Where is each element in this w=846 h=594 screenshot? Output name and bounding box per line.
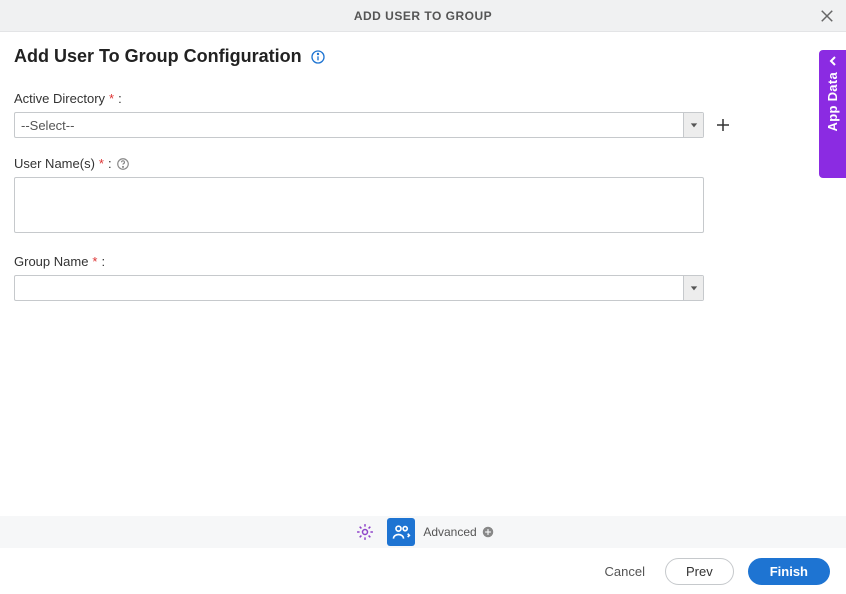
required-marker: * [92,254,97,269]
field-active-directory: Active Directory *: --Select-- [14,91,832,138]
select-group-name[interactable] [14,275,704,301]
plus-circle-icon [481,525,495,539]
advanced-toggle[interactable]: Advanced [423,525,494,539]
label-group-name: Group Name *: [14,254,832,269]
required-marker: * [109,91,114,106]
field-group-name: Group Name *: [14,254,832,301]
user-names-input[interactable] [14,177,704,233]
form-content: Add User To Group Configuration Active D… [0,32,846,301]
dialog-title: ADD USER TO GROUP [354,9,492,23]
add-directory-button[interactable] [714,116,732,134]
chevron-down-icon[interactable] [683,113,703,137]
bottom-toolbar: Advanced [0,516,846,548]
users-icon[interactable] [387,518,415,546]
label-group-name-text: Group Name [14,254,88,269]
chevron-down-icon[interactable] [683,276,703,300]
settings-icon[interactable] [351,518,379,546]
select-group-name-value [15,276,683,300]
page-title-text: Add User To Group Configuration [14,46,302,67]
page-title: Add User To Group Configuration [14,46,832,67]
label-active-directory: Active Directory *: [14,91,832,106]
required-marker: * [99,156,104,171]
dialog-header: ADD USER TO GROUP [0,0,846,32]
cancel-button[interactable]: Cancel [599,558,651,585]
close-icon[interactable] [818,7,836,25]
label-active-directory-text: Active Directory [14,91,105,106]
finish-button[interactable]: Finish [748,558,830,585]
dialog-footer: Cancel Prev Finish [0,548,846,594]
label-user-names-text: User Name(s) [14,156,95,171]
help-icon[interactable] [116,157,130,171]
info-icon[interactable] [310,49,326,65]
select-active-directory[interactable]: --Select-- [14,112,704,138]
app-data-tab[interactable]: App Data [819,50,846,178]
label-user-names: User Name(s) *: [14,156,832,171]
app-data-tab-label: App Data [825,72,840,131]
select-active-directory-value: --Select-- [15,113,683,137]
advanced-label-text: Advanced [423,525,476,539]
prev-button[interactable]: Prev [665,558,734,585]
field-user-names: User Name(s) *: [14,156,832,236]
chevron-left-icon [828,56,838,66]
